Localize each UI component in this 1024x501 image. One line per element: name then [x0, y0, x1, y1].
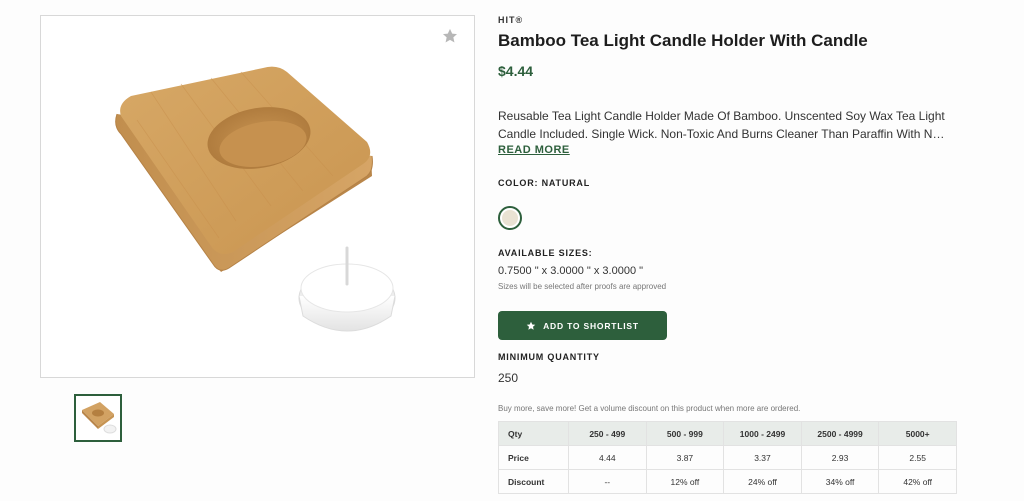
brand-name: HIT®: [498, 15, 524, 25]
product-image: [115, 66, 396, 332]
table-cell: 3.87: [645, 445, 725, 470]
table-cell: Price: [498, 445, 569, 470]
table-row-price: Price 4.44 3.87 3.37 2.93 2.55: [498, 445, 957, 470]
size-value: 0.7500 " x 3.0000 " x 3.0000 ": [498, 265, 644, 277]
color-swatch-natural[interactable]: [498, 206, 522, 230]
favorite-star-icon[interactable]: [440, 26, 460, 46]
table-header-cell: Qty: [498, 421, 569, 446]
minimum-quantity-value: 250: [498, 371, 519, 385]
table-cell: 4.44: [568, 445, 647, 470]
volume-discount-note: Buy more, save more! Get a volume discou…: [498, 404, 801, 413]
table-row-discount: Discount -- 12% off 24% off 34% off 42% …: [498, 469, 957, 494]
table-cell: Discount: [498, 469, 569, 494]
thumbnail-image: [82, 402, 117, 434]
product-description: Reusable Tea Light Candle Holder Made Of…: [498, 107, 953, 143]
star-icon: [526, 321, 536, 330]
table-cell: 24% off: [723, 469, 802, 494]
table-header-cell: 5000+: [878, 421, 957, 446]
table-cell: 2.55: [878, 445, 957, 470]
minimum-quantity-label: MINIMUM QUANTITY: [498, 352, 600, 362]
product-thumbnail[interactable]: [74, 394, 122, 442]
table-header-cell: 500 - 999: [645, 421, 725, 446]
table-cell: 34% off: [800, 469, 880, 494]
table-cell: 3.37: [723, 445, 802, 470]
table-cell: --: [568, 469, 647, 494]
table-cell: 42% off: [878, 469, 957, 494]
product-title: Bamboo Tea Light Candle Holder With Cand…: [498, 31, 868, 50]
table-header-cell: 1000 - 2499: [723, 421, 802, 446]
table-header-cell: 2500 - 4999: [800, 421, 880, 446]
color-label: COLOR: NATURAL: [498, 178, 591, 188]
table-header-cell: 250 - 499: [568, 421, 647, 446]
description-line-2: Candle Included. Single Wick. Non-Toxic …: [498, 127, 946, 141]
product-price: $4.44: [498, 63, 534, 79]
volume-pricing-table: Qty 250 - 499 500 - 999 1000 - 2499 2500…: [498, 421, 957, 494]
description-line-1: Reusable Tea Light Candle Holder Made Of…: [498, 109, 945, 123]
shortlist-button-label: ADD TO SHORTLIST: [543, 320, 639, 331]
sizes-note: Sizes will be selected after proofs are …: [498, 282, 667, 291]
table-cell: 2.93: [800, 445, 880, 470]
available-sizes-label: AVAILABLE SIZES:: [498, 248, 593, 258]
table-header-row: Qty 250 - 499 500 - 999 1000 - 2499 2500…: [498, 421, 957, 446]
swatch-fill: [502, 210, 518, 226]
add-to-shortlist-button[interactable]: ADD TO SHORTLIST: [498, 311, 667, 340]
table-cell: 12% off: [645, 469, 725, 494]
product-image-frame[interactable]: [40, 15, 475, 378]
read-more-link[interactable]: READ MORE: [498, 144, 570, 156]
